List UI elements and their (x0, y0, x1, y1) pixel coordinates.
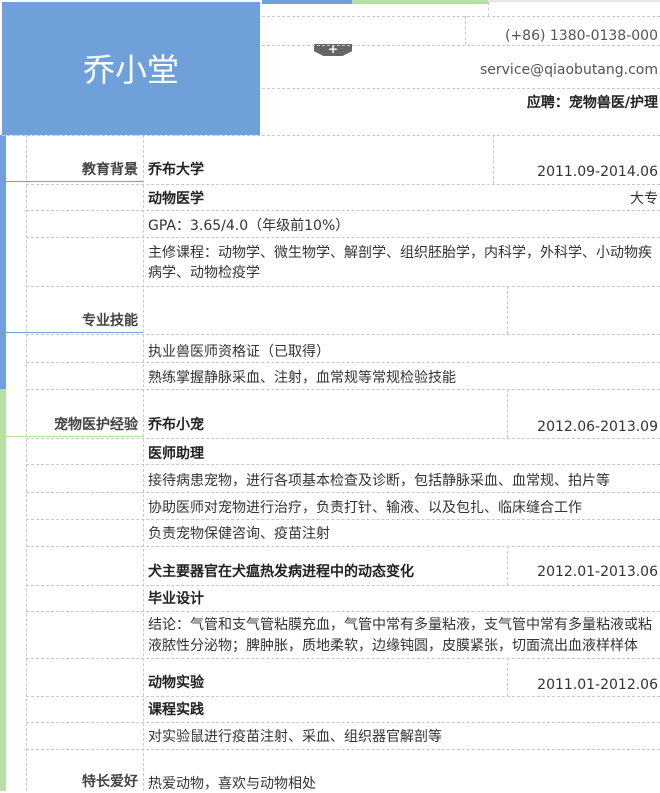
degree: 大专 (630, 191, 658, 207)
divider (26, 237, 660, 238)
skill-item: 熟练掌握静脉采血、注射，血常规等常规检验技能 (148, 370, 456, 386)
divider (26, 184, 660, 185)
skill-item: 执业兽医师资格证（已取得） (148, 344, 330, 360)
candidate-name: 乔小堂 (82, 51, 179, 89)
divider (493, 135, 494, 184)
divider (26, 286, 660, 287)
section-underline (6, 181, 143, 182)
phone-number: (+86) 1380-0138-000 (504, 28, 658, 44)
divider (465, 16, 466, 45)
divider (26, 492, 660, 493)
top-strip-blue (262, 0, 352, 4)
divider (488, 2, 489, 16)
job-role: 医师助理 (148, 446, 204, 462)
divider (26, 334, 660, 335)
divider (26, 585, 660, 586)
lab-type: 课程实践 (148, 702, 204, 718)
section-title-education: 教育背景 (82, 162, 138, 178)
section-underline (6, 436, 143, 437)
duty-item: 接待病患宠物，进行各项基本检查及诊断，包括静脉采血、血常规、拍片等 (148, 473, 610, 489)
divider (26, 438, 660, 439)
divider (26, 658, 660, 659)
education-period: 2011.09-2014.06 (537, 164, 658, 180)
divider (26, 362, 660, 363)
divider (262, 16, 660, 17)
hobbies-text: 热爱动物，喜欢与动物相处 (148, 776, 316, 792)
lab-title: 动物实验 (148, 675, 204, 691)
divider (507, 286, 508, 334)
top-strip-green (352, 0, 488, 4)
divider (26, 696, 660, 697)
section-title-experience: 宠物医护经验 (54, 417, 138, 433)
lab-period: 2011.01-2012.06 (537, 677, 658, 693)
project-title: 犬主要器官在犬瘟热发病进程中的动态变化 (148, 564, 414, 580)
project-type: 毕业设计 (148, 591, 204, 607)
project-period: 2012.01-2013.06 (537, 564, 658, 580)
divider (26, 135, 27, 791)
section-title-hobbies: 特长爱好 (82, 774, 138, 790)
section-underline (6, 332, 143, 333)
duty-item: 负责宠物保健咨询、疫苗注射 (148, 526, 330, 542)
divider (26, 464, 660, 465)
divider (507, 389, 508, 438)
divider (507, 658, 508, 696)
conclusion-line-1: 结论：气管和支气管粘膜充血，气管中常有多量粘液，支气管中常有多量粘液或粘 (148, 617, 652, 633)
gpa: GPA：3.65/4.0（年级前10%） (148, 218, 350, 234)
divider (26, 519, 660, 520)
section-title-skills: 专业技能 (82, 313, 138, 329)
divider (26, 210, 660, 211)
email-address: service@qiaobutang.com (479, 62, 658, 78)
duty-item: 协助医师对宠物进行治疗，负责打针、输液、以及包扎、临床缝合工作 (148, 500, 582, 516)
divider (262, 45, 660, 46)
divider (26, 389, 660, 390)
courses-line-1: 主修课程：动物学、微生物学、解剖学、组织胚胎学，内科学，外科学、小动物疾 (148, 245, 652, 261)
divider (262, 88, 660, 89)
divider (26, 749, 660, 750)
organization-name: 乔布小宠 (148, 417, 204, 433)
left-bar-blue (0, 135, 6, 389)
lab-detail: 对实验鼠进行疫苗注射、采血、组织器官解剖等 (148, 729, 442, 745)
divider (143, 135, 144, 791)
major: 动物医学 (148, 191, 204, 207)
name-block: 乔小堂 (2, 2, 260, 135)
experience-period: 2012.06-2013.09 (537, 419, 658, 435)
divider (507, 546, 508, 585)
divider (26, 722, 660, 723)
job-objective: 应聘：宠物兽医/护理 (526, 95, 658, 111)
divider (26, 546, 660, 547)
divider (2, 135, 660, 136)
conclusion-line-2: 液脓性分泌物；脾肿胀，质地柔软，边缘钝圆，皮膜紧张，切面流出血液样样体 (148, 638, 638, 654)
divider (26, 611, 660, 612)
school-name: 乔布大学 (148, 162, 204, 178)
left-bar-green (0, 389, 6, 791)
courses-line-2: 病学、动物检疫学 (148, 265, 260, 281)
top-strip-grey (488, 0, 660, 2)
